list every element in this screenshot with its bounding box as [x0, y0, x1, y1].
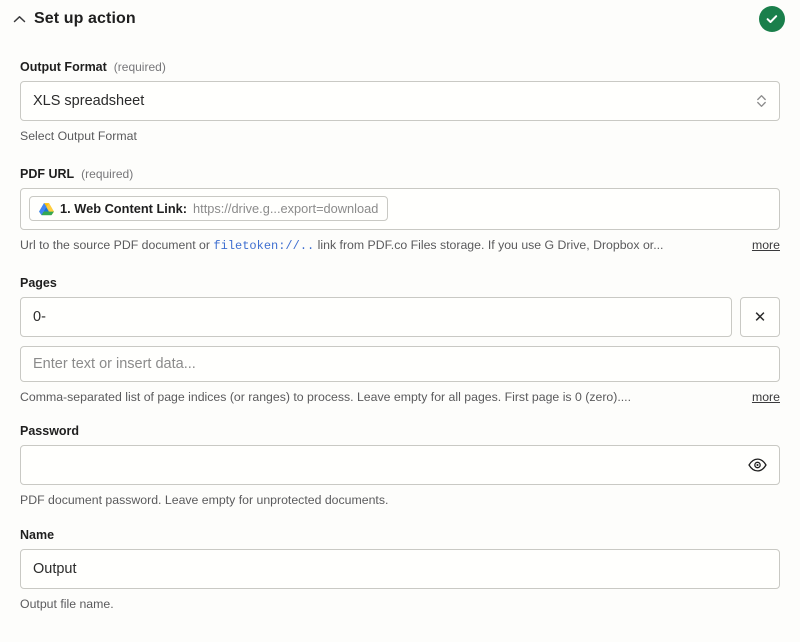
field-pdf-url: PDF URL (required) 1. Web Content Link: …	[20, 167, 780, 254]
chevron-up-down-icon[interactable]	[756, 94, 767, 109]
name-label: Name	[20, 528, 780, 542]
output-format-helper: Select Output Format	[20, 128, 780, 145]
setup-action-panel: Set up action Output Format (required) X…	[0, 0, 800, 642]
field-name: Name Output Output file name.	[20, 528, 780, 613]
pages-clear-label: ✕	[754, 308, 767, 326]
spacer	[20, 145, 780, 167]
pdf-url-required: (required)	[81, 167, 133, 181]
spacer	[20, 405, 780, 424]
pdf-url-helper: Url to the source PDF document or fileto…	[20, 237, 780, 254]
pdf-url-chip-label: 1. Web Content Link:	[60, 201, 187, 216]
password-input[interactable]	[20, 445, 780, 485]
field-output-format: Output Format (required) XLS spreadsheet…	[20, 60, 780, 145]
pages-value: 0-	[33, 310, 46, 325]
pages-label-text: Pages	[20, 276, 57, 290]
pdf-url-chip-value: https://drive.g...export=download	[193, 201, 378, 216]
action-form: Output Format (required) XLS spreadsheet…	[0, 60, 800, 613]
eye-icon[interactable]	[748, 458, 767, 472]
spacer	[20, 509, 780, 528]
pages-row: 0- ✕	[20, 297, 780, 337]
pdf-url-helper-before: Url to the source PDF document or	[20, 238, 213, 252]
pages-secondary-input[interactable]: Enter text or insert data...	[20, 346, 780, 382]
output-format-select[interactable]: XLS spreadsheet	[20, 81, 780, 121]
name-helper: Output file name.	[20, 596, 780, 613]
pdf-url-helper-text: Url to the source PDF document or fileto…	[20, 237, 742, 254]
page-title: Set up action	[34, 10, 136, 28]
name-label-text: Name	[20, 528, 54, 542]
section-header: Set up action	[0, 2, 800, 36]
output-format-required: (required)	[114, 60, 166, 74]
pdf-url-input[interactable]: 1. Web Content Link: https://drive.g...e…	[20, 188, 780, 230]
close-icon[interactable]: ✕	[740, 297, 780, 337]
output-format-helper-text: Select Output Format	[20, 128, 780, 145]
pdf-url-more-link[interactable]: more	[752, 237, 780, 254]
status-badge	[759, 6, 785, 32]
pages-secondary-placeholder: Enter text or insert data...	[33, 357, 196, 372]
pdf-url-label-text: PDF URL	[20, 167, 74, 181]
pdf-url-chip[interactable]: 1. Web Content Link: https://drive.g...e…	[29, 196, 388, 221]
name-value: Output	[33, 562, 77, 577]
google-drive-icon	[39, 202, 54, 216]
name-input[interactable]: Output	[20, 549, 780, 589]
password-helper: PDF document password. Leave empty for u…	[20, 492, 780, 509]
field-pages: Pages 0- ✕ Enter text or insert data... …	[20, 276, 780, 406]
password-label: Password	[20, 424, 780, 438]
output-format-value: XLS spreadsheet	[33, 94, 144, 109]
password-helper-text: PDF document password. Leave empty for u…	[20, 492, 780, 509]
output-format-label-text: Output Format	[20, 60, 107, 74]
spacer	[20, 254, 780, 276]
field-password: Password PDF document password. Leave em…	[20, 424, 780, 509]
pages-helper: Comma-separated list of page indices (or…	[20, 389, 780, 406]
pdf-url-label: PDF URL (required)	[20, 167, 780, 181]
pages-helper-text: Comma-separated list of page indices (or…	[20, 389, 742, 406]
password-label-text: Password	[20, 424, 79, 438]
pdf-url-helper-after: link from PDF.co Files storage. If you u…	[314, 238, 663, 252]
name-helper-text: Output file name.	[20, 596, 780, 613]
pages-input[interactable]: 0-	[20, 297, 732, 337]
pages-more-link[interactable]: more	[752, 389, 780, 406]
output-format-label: Output Format (required)	[20, 60, 780, 74]
pdf-url-helper-code: filetoken://..	[213, 239, 314, 253]
pages-label: Pages	[20, 276, 780, 290]
chevron-up-icon[interactable]	[6, 6, 32, 32]
